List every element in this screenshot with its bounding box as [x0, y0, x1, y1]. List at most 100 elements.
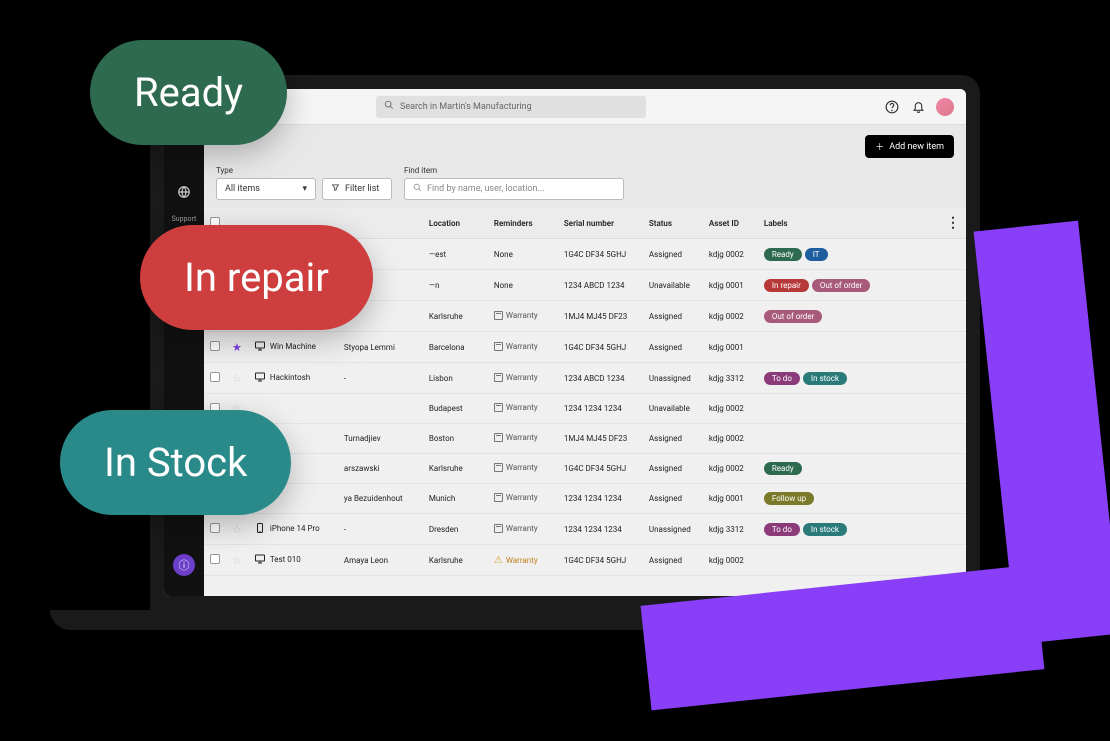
calendar-icon — [494, 403, 503, 412]
location-cell: Karlsruhe — [423, 301, 488, 332]
topbar: Search in Martin's Manufacturing — [204, 89, 966, 125]
labels-cell: To doIn stock — [758, 514, 940, 545]
find-item-input[interactable]: Find by name, user, location... — [404, 178, 624, 200]
location-cell: Lisbon — [423, 363, 488, 394]
favorite-star[interactable]: ★ — [232, 341, 242, 354]
serial-cell: 1G4C DF34 5GHJ — [558, 239, 643, 270]
main-panel: Search in Martin's Manufacturing ＋ Add n… — [204, 89, 966, 596]
label-pill: Ready — [764, 248, 802, 261]
labels-cell: ReadyIT — [758, 239, 940, 270]
location-cell: Boston — [423, 424, 488, 454]
serial-cell: 1G4C DF34 5GHJ — [558, 545, 643, 576]
sidebar-info[interactable]: ⓘ — [173, 554, 195, 576]
label-pill: To do — [764, 523, 800, 536]
serial-cell: 1234 ABCD 1234 — [558, 363, 643, 394]
table-row[interactable]: ☆ TurnadjievBoston Warranty1MJ4 MJ45 DF2… — [204, 424, 966, 454]
row-checkbox[interactable] — [210, 341, 220, 351]
calendar-icon — [494, 493, 503, 502]
status-cell: Assigned — [643, 484, 703, 514]
device-cell: Test 010 — [254, 553, 301, 565]
asset-id-cell: kdjg 0002 — [703, 239, 758, 270]
location-cell: —n — [423, 270, 488, 301]
favorite-star[interactable]: ☆ — [232, 372, 242, 385]
col-serial[interactable]: Serial number — [558, 208, 643, 239]
row-checkbox[interactable] — [210, 372, 220, 382]
reminder-text: None — [494, 281, 513, 290]
status-cell: Unavailable — [643, 394, 703, 424]
col-status[interactable]: Status — [643, 208, 703, 239]
asset-id-cell: kdjg 0002 — [703, 301, 758, 332]
serial-cell: 1234 1234 1234 — [558, 394, 643, 424]
status-cell: Unassigned — [643, 363, 703, 394]
labels-cell: To doIn stock — [758, 363, 940, 394]
row-checkbox[interactable] — [210, 554, 220, 564]
label-pill: Ready — [764, 462, 802, 475]
serial-cell: 1234 ABCD 1234 — [558, 270, 643, 301]
table-row[interactable]: ★ Win MachineStyopa LemmiBarcelona Warra… — [204, 332, 966, 363]
col-asset-id[interactable]: Asset ID — [703, 208, 758, 239]
add-item-button[interactable]: ＋ Add new item — [865, 135, 954, 158]
device-cell: Hackintosh — [254, 371, 310, 383]
favorite-star[interactable]: ☆ — [232, 523, 242, 536]
user-cell: Styopa Lemmi — [338, 332, 423, 363]
laptop-frame: Support ⓘ Search in Martin's Manufacturi… — [150, 75, 980, 610]
asset-id-cell: kdjg 0001 — [703, 332, 758, 363]
status-cell: Assigned — [643, 454, 703, 484]
table-row[interactable]: ☆ arszawskiKarlsruhe Warranty1G4C DF34 5… — [204, 454, 966, 484]
calendar-icon — [494, 311, 503, 320]
overlay-inrepair-pill: In repair — [140, 225, 373, 330]
status-cell: Unavailable — [643, 270, 703, 301]
user-cell: - — [338, 514, 423, 545]
label-pill: To do — [764, 372, 800, 385]
labels-cell — [758, 545, 940, 576]
support-icon[interactable] — [171, 179, 197, 205]
table-row[interactable]: ☆ Test 010Amaya LeonKarlsruhe⚠ Warranty1… — [204, 545, 966, 576]
search-icon — [413, 183, 422, 195]
reminder-text: Warranty — [494, 433, 538, 442]
labels-cell: Follow up — [758, 484, 940, 514]
table-row[interactable]: ☆ Budapest Warranty1234 1234 1234Unavail… — [204, 394, 966, 424]
type-label: Type — [216, 166, 392, 175]
favorite-star[interactable]: ☆ — [232, 554, 242, 567]
sidebar: Support ⓘ — [164, 89, 204, 596]
type-select[interactable]: All items ▾ — [216, 178, 316, 200]
serial-cell: 1MJ4 MJ45 DF23 — [558, 301, 643, 332]
location-cell: Budapest — [423, 394, 488, 424]
table-row[interactable]: ☆ Hackintosh-Lisbon Warranty1234 ABCD 12… — [204, 363, 966, 394]
labels-cell: Ready — [758, 454, 940, 484]
reminder-warning: ⚠ Warranty — [494, 555, 538, 566]
col-reminders[interactable]: Reminders — [488, 208, 558, 239]
help-icon[interactable] — [884, 99, 900, 115]
label-pill: Out of order — [812, 279, 871, 292]
overlay-instock-pill: In Stock — [60, 410, 291, 515]
table-row[interactable]: ☆ iPhone 14 Pro-Dresden Warranty1234 123… — [204, 514, 966, 545]
global-search[interactable]: Search in Martin's Manufacturing — [376, 96, 646, 118]
reminder-text: Warranty — [494, 524, 538, 533]
status-cell: Assigned — [643, 424, 703, 454]
serial-cell: 1234 1234 1234 — [558, 514, 643, 545]
bell-icon[interactable] — [910, 99, 926, 115]
col-labels[interactable]: Labels — [758, 208, 940, 239]
chevron-down-icon: ▾ — [302, 184, 307, 194]
row-checkbox[interactable] — [210, 523, 220, 533]
col-location[interactable]: Location — [423, 208, 488, 239]
calendar-icon — [494, 342, 503, 351]
location-cell: Karlsruhe — [423, 545, 488, 576]
overlay-ready-pill: Ready — [90, 40, 287, 145]
labels-cell: In repairOut of order — [758, 270, 940, 301]
info-icon[interactable]: ⓘ — [173, 554, 195, 576]
avatar[interactable] — [936, 98, 954, 116]
search-icon — [384, 100, 394, 113]
reminder-text: Warranty — [494, 493, 538, 502]
table-row[interactable]: ☆ ya BezuidenhoutMunich Warranty1234 123… — [204, 484, 966, 514]
support-label: Support — [172, 215, 197, 223]
action-bar: ＋ Add new item — [204, 125, 966, 166]
asset-id-cell: kdjg 0002 — [703, 394, 758, 424]
more-menu-icon[interactable]: ⋮ — [946, 215, 960, 231]
filter-list-button[interactable]: Filter list — [322, 178, 392, 200]
reminder-text: None — [494, 250, 513, 259]
reminder-text: Warranty — [494, 342, 538, 351]
asset-id-cell: kdjg 0001 — [703, 270, 758, 301]
global-search-placeholder: Search in Martin's Manufacturing — [400, 102, 532, 112]
location-cell: Barcelona — [423, 332, 488, 363]
